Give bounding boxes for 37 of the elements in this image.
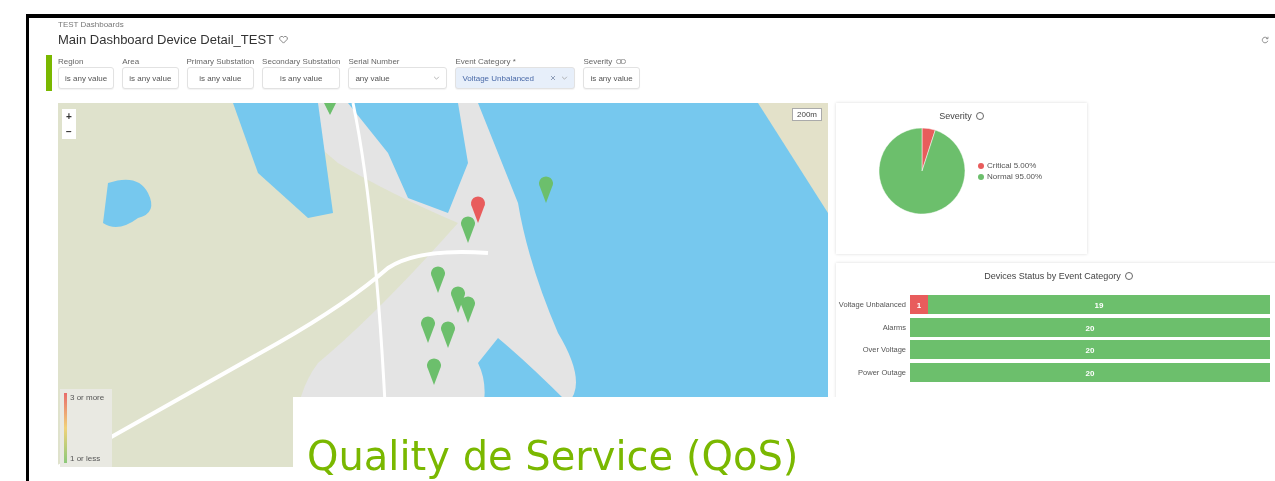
legend-label: Normal 95.00%	[987, 172, 1043, 181]
filter-field[interactable]: is any value	[58, 67, 115, 89]
value-label: 20	[1085, 368, 1095, 378]
filter-label: Event Category *	[455, 56, 516, 66]
clear-icon[interactable]	[550, 75, 557, 81]
filter-field[interactable]: is any value	[583, 67, 640, 89]
value-label: 20	[1085, 346, 1095, 355]
legend-label: 3 or more	[70, 393, 105, 402]
gradient-bar	[64, 393, 67, 463]
filter-field[interactable]: is any value	[186, 67, 255, 89]
chevron-icon[interactable]	[561, 76, 569, 80]
scale-bar: 200m	[792, 108, 822, 121]
filter-field[interactable]: is any value	[122, 67, 179, 89]
filter-field[interactable]: Voltage Unbalanced	[455, 67, 576, 89]
filter-label: Serial Number	[348, 56, 400, 66]
filter-label: Severity	[583, 56, 613, 66]
legend-label: 1 or less	[70, 454, 102, 463]
filter-label: Area	[122, 56, 140, 66]
chevron-icon[interactable]	[433, 76, 441, 80]
chart-title: Severity	[939, 111, 972, 121]
filter-label: Secondary Substation	[262, 56, 341, 66]
filter-label: Region	[58, 56, 84, 66]
legend-label: Critical 5.00%	[987, 161, 1037, 170]
heart-icon[interactable]	[279, 35, 289, 44]
dashboard-title: Main Dashboard Device Detail_TEST	[58, 32, 275, 47]
value-label: 20	[1085, 323, 1095, 333]
filter-field[interactable]: any value	[348, 67, 448, 89]
filter-field[interactable]: is any value	[262, 67, 341, 89]
accent-bar	[46, 55, 52, 91]
chart-title: Devices Status by Event Category	[984, 271, 1121, 281]
refresh-icon[interactable]	[1261, 35, 1269, 44]
value-label: 1	[916, 301, 922, 310]
filter-label: Primary Substation	[186, 56, 255, 66]
banner-title: Quality de Service (QoS)	[307, 432, 799, 481]
link-icon[interactable]	[616, 58, 627, 64]
value-label: 19	[1094, 301, 1104, 310]
breadcrumb[interactable]: TEST Dashboards	[58, 20, 124, 29]
